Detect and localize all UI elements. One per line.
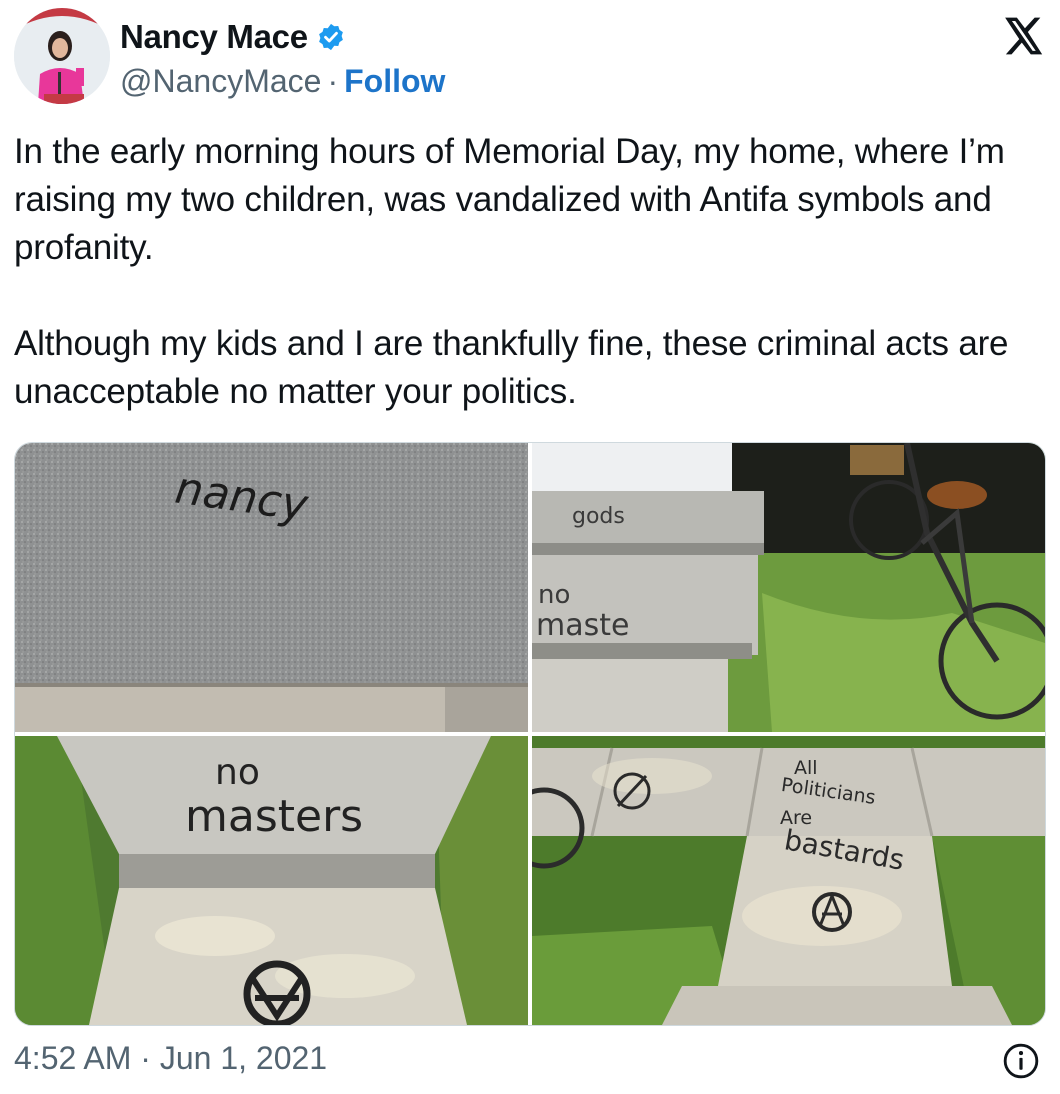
tweet-footer: 4:52 AM · Jun 1, 2021 bbox=[14, 1040, 1046, 1084]
verified-badge-icon bbox=[316, 22, 346, 52]
graffiti-masters: maste bbox=[536, 608, 629, 643]
tweet-header: Nancy Mace @NancyMace · Follow bbox=[14, 8, 1046, 108]
follow-button[interactable]: Follow bbox=[344, 63, 445, 100]
tweet-paragraph-1: In the early morning hours of Memorial D… bbox=[14, 132, 1015, 267]
photo-1[interactable]: nancy bbox=[15, 443, 528, 732]
graffiti-gods: gods bbox=[572, 504, 625, 529]
graffiti-no: no bbox=[538, 580, 570, 610]
handle[interactable]: @NancyMace bbox=[120, 63, 321, 100]
graffiti-masters-2: masters bbox=[185, 791, 363, 842]
avatar-image bbox=[14, 8, 110, 104]
tweet-paragraph-2: Although my kids and I are thankfully fi… bbox=[14, 324, 1018, 411]
name-row: Nancy Mace bbox=[120, 18, 346, 56]
avatar[interactable] bbox=[14, 8, 110, 104]
info-icon[interactable] bbox=[1002, 1042, 1040, 1080]
photo-3[interactable]: no masters bbox=[15, 736, 528, 1025]
photo-4[interactable]: All Politicians Are bastards bbox=[532, 736, 1045, 1025]
media-grid: nancy gods no maste no masters All Polit… bbox=[14, 442, 1046, 1026]
graffiti-no-2: no bbox=[215, 752, 260, 793]
tweet-text: In the early morning hours of Memorial D… bbox=[14, 128, 1044, 416]
display-name[interactable]: Nancy Mace bbox=[120, 18, 308, 56]
handle-row: @NancyMace · Follow bbox=[120, 63, 445, 100]
timestamp[interactable]: 4:52 AM · Jun 1, 2021 bbox=[14, 1040, 327, 1077]
separator-dot: · bbox=[327, 63, 339, 99]
x-logo-icon[interactable] bbox=[1000, 14, 1044, 58]
photo-2[interactable]: gods no maste bbox=[532, 443, 1045, 732]
